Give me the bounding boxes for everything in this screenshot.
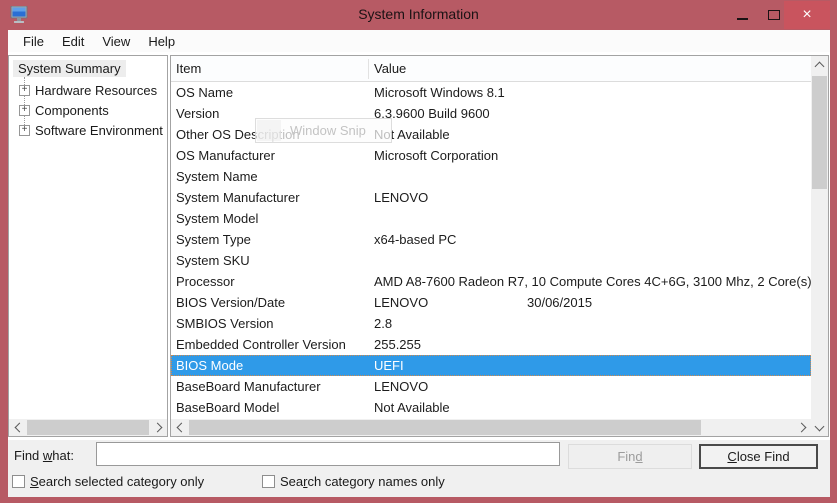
menu-view[interactable]: View — [93, 32, 139, 51]
details-table-panel: Item Value OS NameMicrosoft Windows 8.1 … — [170, 55, 829, 437]
window-title: System Information — [0, 6, 837, 22]
checkbox-icon[interactable] — [12, 475, 25, 488]
table-row[interactable]: System Model — [171, 208, 811, 229]
menu-edit[interactable]: Edit — [53, 32, 93, 51]
title-bar: System Information × — [0, 0, 837, 30]
table-row[interactable]: BaseBoard ManufacturerLENOVO — [171, 376, 811, 397]
table-vertical-scrollbar[interactable] — [811, 56, 828, 436]
table-row[interactable]: System Name — [171, 166, 811, 187]
column-header-item[interactable]: Item — [176, 61, 201, 76]
table-row[interactable]: OS ManufacturerMicrosoft Corporation — [171, 145, 811, 166]
table-row[interactable]: System ManufacturerLENOVO — [171, 187, 811, 208]
tree-item-components[interactable]: + Components — [9, 101, 167, 121]
find-what-label: Find what: — [14, 448, 74, 463]
scrollbar-thumb[interactable] — [812, 76, 827, 189]
expand-icon[interactable]: + — [19, 105, 30, 116]
table-row[interactable]: OS NameMicrosoft Windows 8.1 — [171, 82, 811, 103]
column-header-value[interactable]: Value — [374, 61, 406, 76]
system-information-window: System Information × File Edit View Help… — [0, 0, 837, 503]
table-row[interactable]: BaseBoard ModelNot Available — [171, 397, 811, 418]
scroll-right-icon[interactable] — [794, 419, 811, 436]
minimize-button[interactable] — [726, 0, 758, 29]
find-input[interactable] — [96, 442, 560, 466]
minimize-icon — [737, 18, 748, 20]
expand-icon[interactable]: + — [19, 85, 30, 96]
search-selected-category-checkbox[interactable]: Search selected category only — [12, 474, 204, 489]
table-row[interactable]: System Typex64-based PC — [171, 229, 811, 250]
tree-item-system-summary[interactable]: System Summary — [13, 60, 126, 77]
find-bar: Find what: Find Close Find Search select… — [8, 440, 830, 497]
maximize-icon — [768, 10, 780, 20]
tree-horizontal-scrollbar[interactable] — [9, 419, 167, 436]
table-row-selected[interactable]: BIOS ModeUEFI — [171, 355, 811, 376]
search-category-names-checkbox[interactable]: Search category names only — [262, 474, 445, 489]
menu-help[interactable]: Help — [139, 32, 184, 51]
table-row[interactable]: Embedded Controller Version255.255 — [171, 334, 811, 355]
window-snip-overlay: Window Snip — [255, 118, 392, 143]
find-button[interactable]: Find — [568, 444, 692, 469]
scroll-left-icon[interactable] — [171, 419, 188, 436]
table-row[interactable]: SMBIOS Version2.8 — [171, 313, 811, 334]
close-button[interactable]: × — [784, 1, 830, 29]
scroll-right-icon[interactable] — [150, 419, 167, 436]
table-horizontal-scrollbar[interactable] — [171, 419, 811, 436]
tree-item-software-environment[interactable]: + Software Environment — [9, 121, 167, 141]
menu-file[interactable]: File — [14, 32, 53, 51]
table-row[interactable]: System SKU — [171, 250, 811, 271]
scroll-down-icon[interactable] — [811, 419, 828, 436]
column-separator[interactable] — [368, 59, 369, 79]
table-row[interactable]: ProcessorAMD A8-7600 Radeon R7, 10 Compu… — [171, 271, 811, 292]
menu-bar: File Edit View Help — [8, 30, 830, 52]
scrollbar-thumb[interactable] — [27, 420, 149, 435]
tree-item-hardware-resources[interactable]: + Hardware Resources — [9, 81, 167, 101]
scrollbar-thumb[interactable] — [189, 420, 701, 435]
scroll-left-icon[interactable] — [9, 419, 26, 436]
checkbox-icon[interactable] — [262, 475, 275, 488]
close-icon: × — [802, 6, 811, 24]
snip-icon — [257, 120, 281, 141]
close-find-button[interactable]: Close Find — [699, 444, 818, 469]
category-tree-panel: System Summary + Hardware Resources + Co… — [8, 55, 168, 437]
table-header: Item Value — [171, 56, 828, 82]
main-area: System Summary + Hardware Resources + Co… — [8, 52, 830, 440]
table-row[interactable]: BIOS Version/DateLENOVO30/06/2015 — [171, 292, 811, 313]
scroll-up-icon[interactable] — [811, 56, 828, 73]
expand-icon[interactable]: + — [19, 125, 30, 136]
